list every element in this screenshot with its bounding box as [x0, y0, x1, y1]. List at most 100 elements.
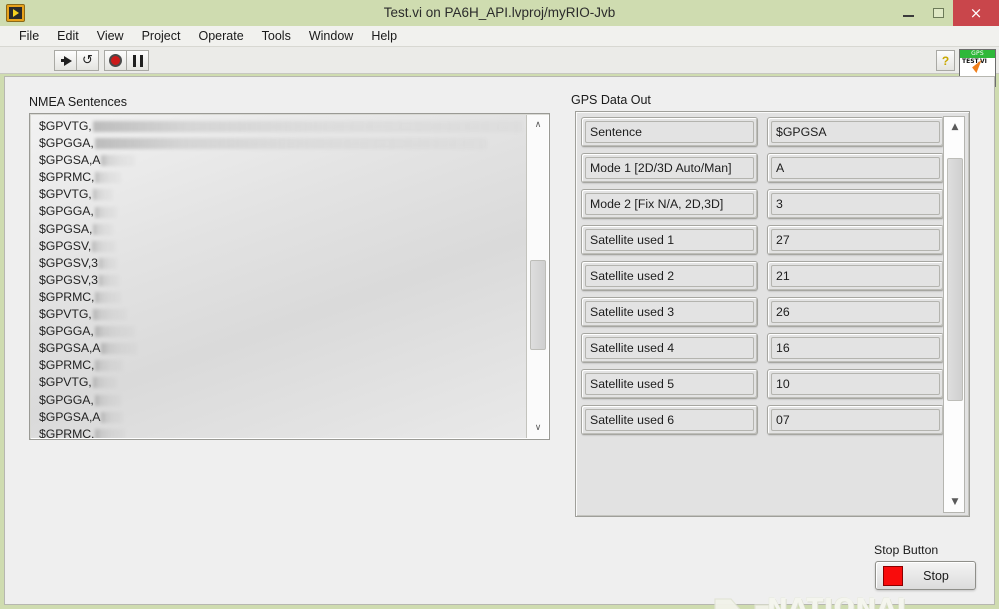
abort-button[interactable]	[104, 50, 127, 71]
gps-field-value[interactable]: 07	[767, 405, 944, 435]
menu-item-file[interactable]: File	[10, 26, 48, 46]
nmea-sentence-id: $GPGGA,	[39, 136, 94, 151]
gps-field-value[interactable]: 10	[767, 369, 944, 399]
nmea-payload-obscured	[92, 309, 127, 321]
nmea-sentence-id: $GPVTG,	[39, 375, 92, 390]
gps-field-label: Satellite used 3	[581, 297, 758, 327]
menu-item-project[interactable]: Project	[133, 26, 190, 46]
gps-field-label: Satellite used 6	[581, 405, 758, 435]
gps-data-row: Satellite used 5 10	[581, 369, 944, 399]
nmea-payload-obscured	[94, 206, 117, 218]
nmea-payload-obscured	[98, 257, 117, 269]
nmea-line: $GPGGA,	[39, 135, 527, 152]
window-title: Test.vi on PA6H_API.lvproj/myRIO-Jvb	[383, 5, 616, 20]
stop-button-text: Stop	[923, 568, 949, 583]
scroll-down-icon[interactable]: ∨	[527, 418, 549, 438]
run-arrow-icon	[60, 55, 72, 66]
gps-rows-container: Sentence $GPGSA Mode 1 [2D/3D Auto/Man] A Mo…	[581, 117, 944, 513]
maximize-button[interactable]	[923, 0, 953, 26]
gps-field-value[interactable]: 21	[767, 261, 944, 291]
nmea-payload-obscured	[101, 343, 138, 355]
menu-item-tools[interactable]: Tools	[253, 26, 300, 46]
nmea-payload-obscured	[95, 360, 124, 372]
nmea-line: $GPGGA,	[39, 392, 527, 409]
nmea-payload-obscured	[92, 189, 113, 201]
menu-item-window[interactable]: Window	[300, 26, 362, 46]
gps-data-row: Mode 2 [Fix N/A, 2D,3D] 3	[581, 189, 944, 219]
gps-data-row: Sentence $GPGSA	[581, 117, 944, 147]
nmea-sentence-id: $GPRMC,	[39, 426, 95, 438]
nmea-sentence-id: $GPGGA,	[39, 324, 94, 339]
close-button[interactable]: ×	[953, 0, 999, 26]
nmea-sentence-id: $GPGGA,	[39, 392, 94, 407]
maximize-icon	[932, 8, 944, 18]
nmea-line: $GPVTG,	[39, 306, 527, 323]
nmea-payload-obscured	[92, 240, 117, 252]
nmea-payload-obscured	[98, 274, 119, 286]
nmea-line: $GPRMC,	[39, 169, 527, 186]
gps-data-row: Mode 1 [2D/3D Auto/Man] A	[581, 153, 944, 183]
nmea-sentence-id: $GPRMC,	[39, 289, 95, 304]
nmea-line: $GPRMC,	[39, 426, 527, 438]
nmea-line: $GPGSV,3	[39, 255, 527, 272]
nmea-scrollbar[interactable]: ∧ ∨	[526, 115, 548, 438]
scroll-up-icon[interactable]: ▲	[944, 117, 966, 137]
nmea-sentence-id: $GPGSV,3	[39, 255, 98, 270]
nmea-payload-obscured	[95, 172, 122, 184]
gps-field-value[interactable]: 16	[767, 333, 944, 363]
stop-button[interactable]: Stop	[875, 561, 976, 590]
window-controls: ×	[893, 0, 999, 26]
nmea-payload-obscured	[94, 394, 121, 406]
menu-item-edit[interactable]: Edit	[48, 26, 88, 46]
gps-field-label: Satellite used 5	[581, 369, 758, 399]
gps-scrollbar-thumb[interactable]	[947, 158, 963, 402]
gps-field-value[interactable]: A	[767, 153, 944, 183]
title-bar: Test.vi on PA6H_API.lvproj/myRIO-Jvb ×	[0, 0, 999, 26]
nmea-payload-obscured	[95, 291, 122, 303]
gps-data-row: Satellite used 1 27	[581, 225, 944, 255]
nmea-sentence-id: $GPRMC,	[39, 170, 95, 185]
gps-data-row: Satellite used 3 26	[581, 297, 944, 327]
run-continuously-button[interactable]: ↺	[76, 50, 99, 71]
gps-field-label: Satellite used 4	[581, 333, 758, 363]
gps-field-value[interactable]: 27	[767, 225, 944, 255]
nmea-line: $GPGSA,A	[39, 340, 527, 357]
minimize-button[interactable]	[893, 0, 923, 26]
run-continuously-icon: ↺	[82, 53, 93, 68]
gps-data-row: Satellite used 6 07	[581, 405, 944, 435]
gps-field-value[interactable]: 26	[767, 297, 944, 327]
gps-data-row: Satellite used 4 16	[581, 333, 944, 363]
gps-scrollbar[interactable]: ▲ ▼	[943, 116, 965, 513]
nmea-sentences-label: NMEA Sentences	[29, 95, 127, 109]
nmea-sentence-id: $GPGSA,A	[39, 341, 101, 356]
nmea-line: $GPGGA,	[39, 203, 527, 220]
nmea-payload-obscured	[95, 428, 126, 438]
menu-item-help[interactable]: Help	[362, 26, 406, 46]
run-button[interactable]	[54, 50, 77, 71]
menu-item-operate[interactable]: Operate	[189, 26, 252, 46]
national-instruments-watermark: NATIONAL INSTRUMENTS LabVIEW™ Student Ed…	[705, 593, 999, 609]
abort-execution-icon	[109, 54, 122, 67]
nmea-sentence-id: $GPGSV,	[39, 238, 92, 253]
nmea-payload-obscured	[101, 411, 124, 423]
gps-field-label: Mode 1 [2D/3D Auto/Man]	[581, 153, 758, 183]
nmea-sentence-id: $GPGSA,A	[39, 409, 101, 424]
nmea-scrollbar-thumb[interactable]	[530, 259, 546, 351]
nmea-sentences-text: $GPVTG, $GPGGA, $GPGSA,A $GPRMC, $GPVTG, $GPG…	[31, 115, 527, 438]
pause-icon	[132, 54, 143, 67]
nmea-sentence-id: $GPGSA,A	[39, 153, 101, 168]
pause-button[interactable]	[126, 50, 149, 71]
scroll-down-icon[interactable]: ▼	[944, 492, 966, 512]
nmea-sentence-id: $GPRMC,	[39, 358, 95, 373]
nmea-sentences-string-indicator[interactable]: $GPVTG, $GPGGA, $GPGSA,A $GPRMC, $GPVTG, $GPG…	[29, 113, 550, 440]
gps-field-value[interactable]: $GPGSA	[767, 117, 944, 147]
nmea-sentence-id: $GPGSV,3	[39, 272, 98, 287]
menu-item-view[interactable]: View	[88, 26, 133, 46]
scroll-up-icon[interactable]: ∧	[527, 115, 549, 135]
context-help-button[interactable]: ?	[936, 50, 955, 71]
nmea-payload-obscured	[94, 326, 135, 338]
nmea-line: $GPGSA,	[39, 221, 527, 238]
gps-field-value[interactable]: 3	[767, 189, 944, 219]
gps-data-row: Satellite used 2 21	[581, 261, 944, 291]
vi-icon-header: GPS	[960, 50, 995, 58]
